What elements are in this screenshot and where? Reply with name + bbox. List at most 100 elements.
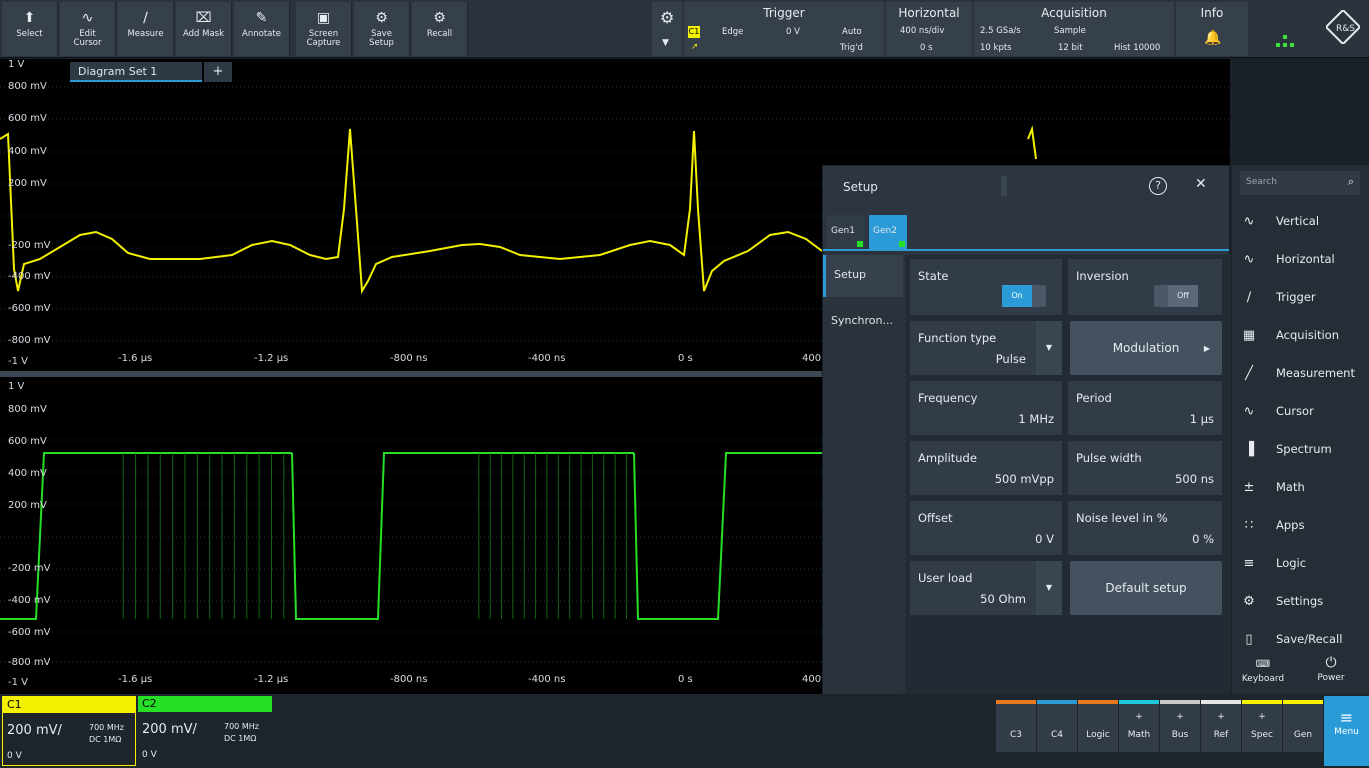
acquisition-icon: ▦ xyxy=(1242,327,1256,343)
info-panel[interactable]: Info 🔔 xyxy=(1176,2,1248,56)
hamburger-icon: ≡ xyxy=(1339,708,1354,727)
recall-icon: ⚙ xyxy=(433,10,446,26)
menu-item-measurement[interactable]: ╱ Measurement xyxy=(1232,354,1369,392)
menu-item-settings[interactable]: ⚙ Settings xyxy=(1232,582,1369,620)
chevron-right-icon: ▶ xyxy=(1203,343,1210,353)
acquisition-panel[interactable]: Acquisition 2.5 GSa/s Sample 10 kpts 12 … xyxy=(974,2,1174,56)
keyboard-icon: ⌨ xyxy=(1255,659,1271,670)
triangle-down-icon: ▼ xyxy=(662,38,669,48)
logic-icon: ≡ xyxy=(1243,555,1255,571)
math-icon: ± xyxy=(1243,479,1255,495)
menu-item-logic[interactable]: ≡ Logic xyxy=(1232,544,1369,582)
spectrum-icon: ▐ xyxy=(1244,441,1254,457)
cursor-arrow-icon: ⬆ xyxy=(23,10,36,26)
select-button[interactable]: ⬆ Select xyxy=(2,2,58,56)
horizontal-icon: ∿ xyxy=(1243,251,1255,267)
gen2-status-dot xyxy=(899,241,905,247)
svg-text:R&S: R&S xyxy=(1336,24,1355,34)
menu-item-horizontal[interactable]: ∿ Horizontal xyxy=(1232,240,1369,278)
menu-item-acquisition[interactable]: ▦ Acquisition xyxy=(1232,316,1369,354)
menu-button[interactable]: ≡ Menu xyxy=(1324,696,1369,766)
ref-button[interactable]: + Ref xyxy=(1201,700,1241,752)
user-load-select[interactable]: User load 50 Ohm ▼ xyxy=(910,561,1062,615)
edit-cursor-button[interactable]: ∿ Edit Cursor xyxy=(60,2,116,56)
inversion-toggle[interactable]: Off xyxy=(1154,285,1198,307)
gen1-status-dot xyxy=(857,241,863,247)
menu-item-cursor[interactable]: ∿ Cursor xyxy=(1232,392,1369,430)
function-type-select[interactable]: Function type Pulse ▼ xyxy=(910,321,1062,375)
pencil-icon: ✎ xyxy=(255,10,268,26)
menu-item-trigger[interactable]: ∕ Trigger xyxy=(1232,278,1369,316)
save-setup-button[interactable]: ⚙ Save Setup xyxy=(354,2,410,56)
trigger-icon: ∕ xyxy=(1246,289,1252,305)
trigger-source-badge: C1 xyxy=(688,26,700,38)
offset-field[interactable]: Offset 0 V xyxy=(910,501,1062,555)
c4-button[interactable]: C4 xyxy=(1037,700,1077,752)
dropdown-arrow-icon: ▼ xyxy=(1036,561,1062,615)
close-icon[interactable]: ✕ xyxy=(1195,176,1207,192)
recall-button[interactable]: ⚙ Recall xyxy=(412,2,468,56)
sidebar-item-synchron[interactable]: Synchron... xyxy=(823,301,903,343)
tab-gen2[interactable]: Gen2 xyxy=(869,215,907,249)
vertical-icon: ∿ xyxy=(1243,213,1255,229)
dialog-title: Setup xyxy=(843,180,878,194)
menu-search-input[interactable]: Search ⌕ xyxy=(1240,171,1360,195)
spec-button[interactable]: + Spec xyxy=(1242,700,1282,752)
mask-icon: ⌧ xyxy=(195,10,212,26)
state-toggle[interactable]: On xyxy=(1002,285,1046,307)
ruler-icon: ∕ xyxy=(143,10,148,26)
add-diagram-button[interactable]: + xyxy=(204,62,232,82)
noise-level-field[interactable]: Noise level in % 0 % xyxy=(1068,501,1222,555)
power-icon: ⏻ xyxy=(1325,655,1337,671)
modulation-button[interactable]: Modulation ▶ xyxy=(1070,321,1222,375)
help-icon[interactable]: ? xyxy=(1149,177,1167,195)
cursor-icon: ∿ xyxy=(1243,403,1255,419)
channel-c1-box[interactable]: C1 200 mV/ 700 MHz DC 1MΩ 0 V xyxy=(2,696,136,766)
gen-button[interactable]: Gen xyxy=(1283,700,1323,752)
period-field[interactable]: Period 1 µs xyxy=(1068,381,1222,435)
gear-icon: ⚙ xyxy=(660,8,675,27)
math-button[interactable]: + Math xyxy=(1119,700,1159,752)
search-icon: ⌕ xyxy=(1347,175,1354,188)
bell-icon: 🔔 xyxy=(1204,30,1222,46)
menu-item-save-recall[interactable]: ▯ Save/Recall xyxy=(1232,620,1369,658)
menu-item-vertical[interactable]: ∿ Vertical xyxy=(1232,202,1369,240)
edge-rising-icon: ↗ xyxy=(691,42,699,52)
rohde-schwarz-logo-icon: R&S xyxy=(1324,8,1362,48)
state-field: State On xyxy=(910,259,1062,315)
annotate-button[interactable]: ✎ Annotate xyxy=(234,2,290,56)
toolbar-settings-button[interactable]: ⚙ ▼ xyxy=(652,2,682,56)
toolbar: ⬆ Select ∿ Edit Cursor ∕ Measure ⌧ Add M… xyxy=(0,0,1369,58)
logic-button[interactable]: Logic xyxy=(1078,700,1118,752)
menu-item-apps[interactable]: ∷ Apps xyxy=(1232,506,1369,544)
tab-gen1[interactable]: Gen1 xyxy=(827,215,865,249)
save-setup-icon: ⚙ xyxy=(375,10,388,26)
measure-button[interactable]: ∕ Measure xyxy=(118,2,174,56)
save-recall-icon: ▯ xyxy=(1245,631,1253,647)
channel-c2-box[interactable]: C2 200 mV/ 700 MHz DC 1MΩ 0 V xyxy=(138,696,272,766)
menu-item-spectrum[interactable]: ▐ Spectrum xyxy=(1232,430,1369,468)
amplitude-field[interactable]: Amplitude 500 mVpp xyxy=(910,441,1062,495)
setup-dialog: Setup ? ✕ Gen1 Gen2 Setup Synchron... St… xyxy=(822,165,1231,695)
bus-button[interactable]: + Bus xyxy=(1160,700,1200,752)
trigger-panel[interactable]: Trigger C1 ↗ Edge 0 V Auto Trig'd xyxy=(684,2,884,56)
default-setup-button[interactable]: Default setup xyxy=(1070,561,1222,615)
frequency-field[interactable]: Frequency 1 MHz xyxy=(910,381,1062,435)
sidebar-item-setup[interactable]: Setup xyxy=(823,255,903,297)
c3-button[interactable]: C3 xyxy=(996,700,1036,752)
diagram-set-tab[interactable]: Diagram Set 1 xyxy=(70,62,202,82)
power-button[interactable]: ⏻ Power xyxy=(1306,655,1356,691)
cursor-wave-icon: ∿ xyxy=(81,10,94,26)
dropdown-arrow-icon: ▼ xyxy=(1036,321,1062,375)
keyboard-button[interactable]: ⌨ Keyboard xyxy=(1238,659,1288,691)
camera-icon: ▣ xyxy=(316,10,331,26)
add-mask-button[interactable]: ⌧ Add Mask xyxy=(176,2,232,56)
screen-capture-button[interactable]: ▣ Screen Capture xyxy=(296,2,352,56)
horizontal-panel[interactable]: Horizontal 400 ns/div 0 s xyxy=(886,2,972,56)
dialog-drag-handle[interactable] xyxy=(1001,176,1007,196)
menu-item-math[interactable]: ± Math xyxy=(1232,468,1369,506)
inversion-field: Inversion Off xyxy=(1068,259,1222,315)
pulse-width-field[interactable]: Pulse width 500 ns xyxy=(1068,441,1222,495)
apps-icon: ∷ xyxy=(1244,517,1254,533)
network-icon xyxy=(1276,34,1294,53)
